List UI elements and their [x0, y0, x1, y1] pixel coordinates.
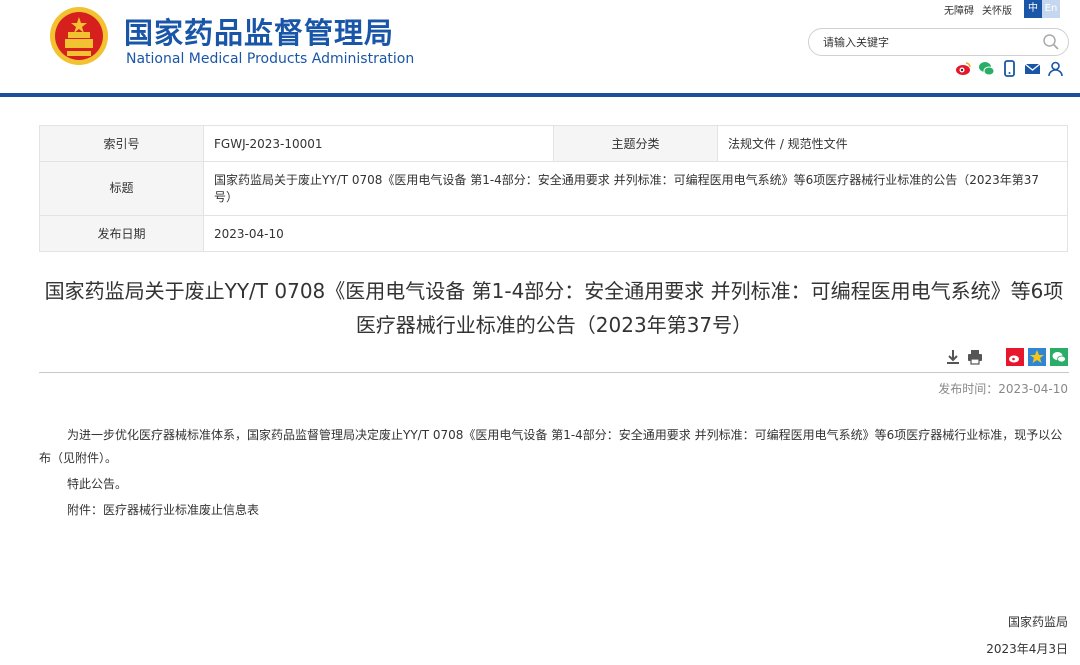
table-row: 索引号 FGWJ-2023-10001 主题分类 法规文件 / 规范性文件: [39, 125, 1068, 162]
download-icon[interactable]: [944, 348, 962, 366]
mail-icon[interactable]: [1024, 60, 1041, 77]
document-info-table: 索引号 FGWJ-2023-10001 主题分类 法规文件 / 规范性文件 标题…: [39, 125, 1068, 252]
title-label: 标题: [39, 161, 204, 216]
paragraph: 为进一步优化医疗器械标准体系，国家药品监督管理局决定废止YY/T 0708《医用…: [39, 428, 1063, 465]
header-divider: [0, 93, 1080, 97]
mobile-icon[interactable]: [1001, 60, 1018, 77]
article-body: 为进一步优化医疗器械标准体系，国家药品监督管理局决定废止YY/T 0708《医用…: [39, 424, 1069, 525]
date-value: 2023-04-10: [203, 215, 1068, 252]
category-label: 主题分类: [553, 125, 718, 162]
top-links: 无障碍 关怀版 中 En: [944, 0, 1060, 18]
print-icon[interactable]: [966, 348, 984, 366]
index-label: 索引号: [39, 125, 204, 162]
date-label: 发布日期: [39, 215, 204, 252]
sign-date: 2023年4月3日: [986, 642, 1068, 656]
share-qzone-icon[interactable]: [1028, 348, 1046, 366]
care-mode-link[interactable]: 关怀版: [982, 2, 1012, 17]
lang-zh-button[interactable]: 中: [1024, 0, 1042, 18]
article-tools: [940, 348, 1068, 366]
article-title: 国家药监局关于废止YY/T 0708《医用电气设备 第1-4部分：安全通用要求 …: [44, 279, 1064, 337]
site-header: 国家药品监督管理局 National Medical Products Admi…: [0, 0, 1080, 96]
attachment-link[interactable]: 附件：医疗器械行业标准废止信息表: [39, 499, 1069, 522]
lang-en-button[interactable]: En: [1042, 0, 1060, 18]
weibo-icon[interactable]: [955, 60, 972, 77]
social-links: [955, 60, 1064, 77]
index-value: FGWJ-2023-10001: [203, 125, 554, 162]
share-wechat-icon[interactable]: [1050, 348, 1068, 366]
category-value: 法规文件 / 规范性文件: [717, 125, 1068, 162]
share-weibo-icon[interactable]: [1006, 348, 1024, 366]
title-value: 国家药监局关于废止YY/T 0708《医用电气设备 第1-4部分：安全通用要求 …: [203, 161, 1068, 216]
site-name-en[interactable]: National Medical Products Administration: [126, 51, 414, 67]
table-row: 发布日期 2023-04-10: [39, 215, 1068, 252]
user-icon[interactable]: [1047, 60, 1064, 77]
search-icon[interactable]: [1042, 33, 1060, 51]
title-divider: [39, 372, 1069, 373]
search-box: [808, 28, 1069, 56]
table-row: 标题 国家药监局关于废止YY/T 0708《医用电气设备 第1-4部分：安全通用…: [39, 161, 1068, 216]
publish-time: 发布时间：2023-04-10: [938, 382, 1068, 396]
language-switch: 中 En: [1024, 0, 1060, 18]
national-emblem-icon: [50, 7, 108, 65]
paragraph: 特此公告。: [67, 477, 128, 491]
signer: 国家药监局: [1007, 615, 1068, 629]
search-input[interactable]: [823, 34, 1033, 50]
accessibility-link[interactable]: 无障碍: [944, 2, 974, 17]
wechat-icon[interactable]: [978, 60, 995, 77]
site-name-cn[interactable]: 国家药品监督管理局: [124, 10, 394, 52]
